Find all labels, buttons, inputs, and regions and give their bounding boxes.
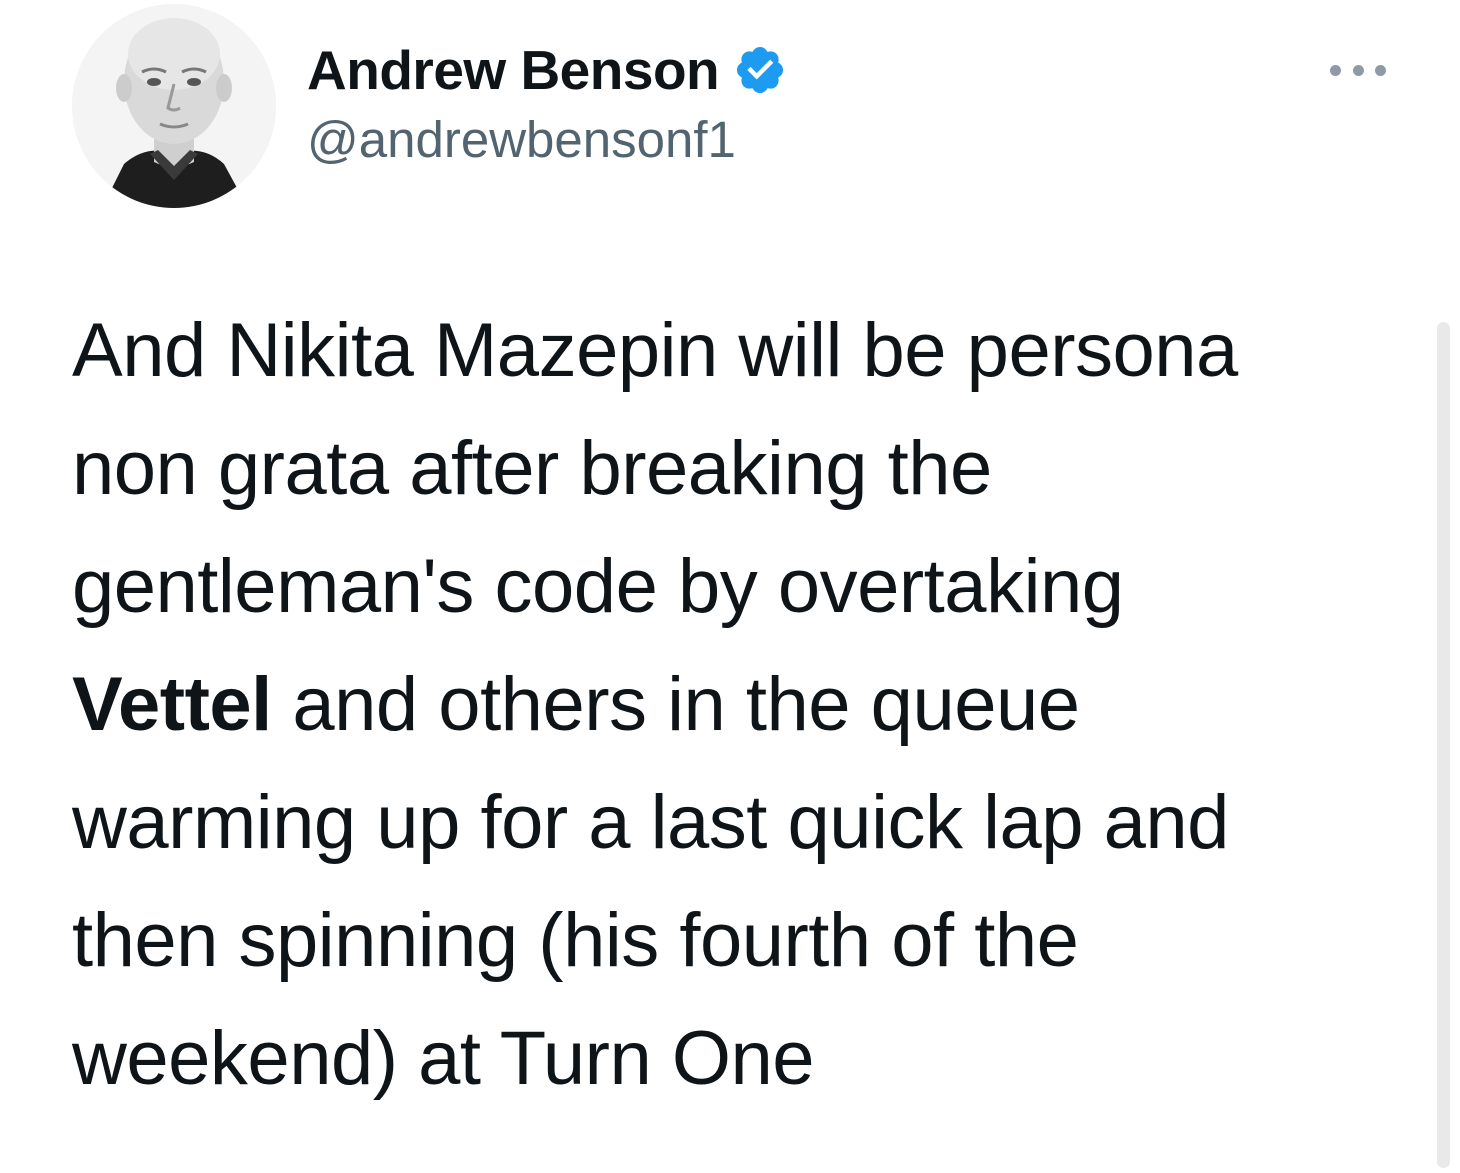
tweet-text: And Nikita Mazepin will be persona non g…: [72, 292, 1402, 1118]
tweet-line: And Nikita Mazepin will be persona: [72, 308, 1238, 393]
avatar-photo: [72, 4, 276, 208]
more-dot: [1352, 64, 1364, 76]
bold-mention: Vettel: [72, 662, 272, 747]
tweet-line: warming up for a last quick lap and: [72, 780, 1229, 865]
tweet-line: weekend) at Turn One: [72, 1016, 814, 1101]
scrollbar[interactable]: [1437, 322, 1450, 1168]
name-row: Andrew Benson: [307, 34, 787, 106]
tweet-line: non grata after breaking the: [72, 426, 992, 511]
tweet-line-rest: and others in the queue: [271, 662, 1080, 747]
tweet-line: Vettel and others in the queue: [72, 646, 1402, 764]
tweet-line: then spinning (his fourth of the: [72, 898, 1079, 983]
more-dot: [1375, 64, 1386, 76]
handle[interactable]: @andrewbensonf1: [307, 110, 787, 169]
verified-badge-icon: [733, 43, 787, 97]
tweet-line: gentleman's code by overtaking: [72, 544, 1124, 629]
display-name[interactable]: Andrew Benson: [307, 38, 720, 102]
more-options-icon[interactable]: [1330, 56, 1386, 84]
more-dot: [1330, 64, 1341, 76]
author-block[interactable]: Andrew Benson @andrewbensonf1: [307, 34, 787, 169]
avatar[interactable]: [72, 4, 276, 208]
